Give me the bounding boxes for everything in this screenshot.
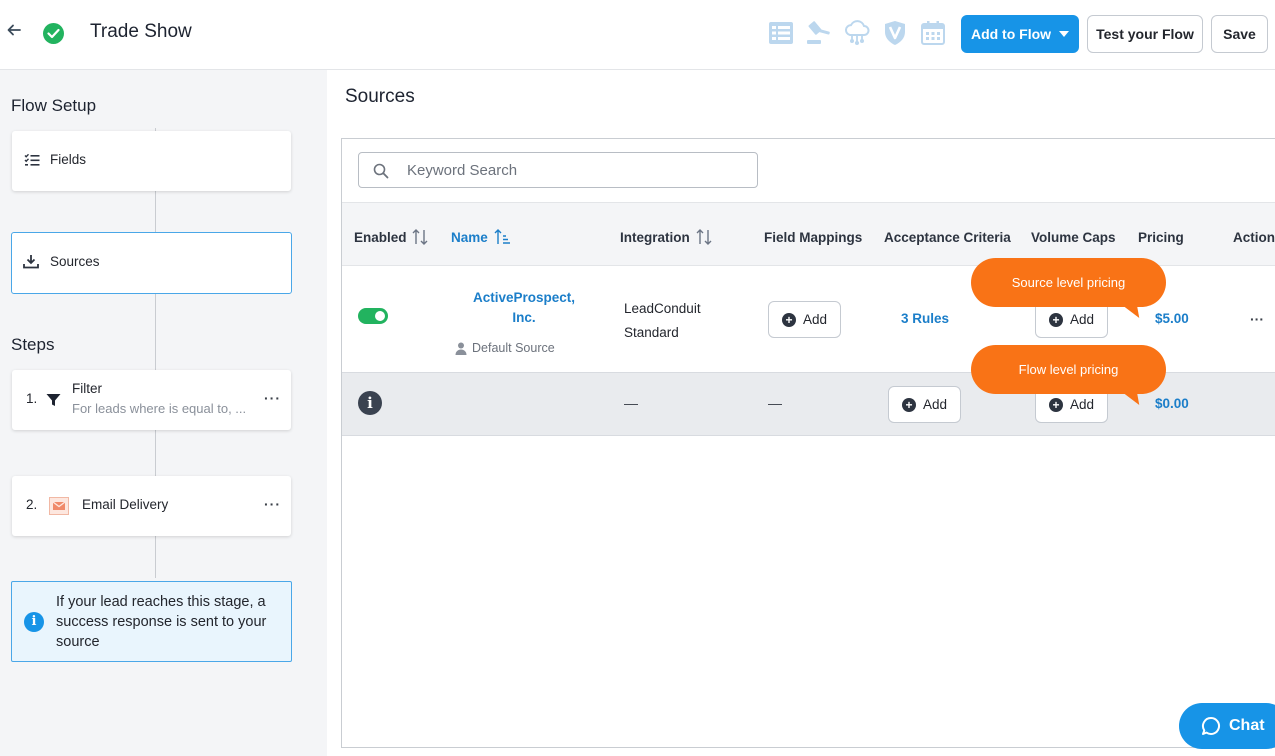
success-info-box: i If your lead reaches this stage, a suc…: [11, 581, 292, 662]
add-field-mappings-button[interactable]: + Add: [768, 301, 841, 338]
add-label: Add: [1069, 312, 1095, 327]
source-pricing-link[interactable]: $5.00: [1155, 311, 1189, 326]
email-icon: [49, 497, 69, 515]
download-icon: [23, 254, 39, 269]
enabled-toggle[interactable]: [358, 308, 388, 324]
column-actions: Actions: [1233, 230, 1275, 245]
integration-cell: LeadConduit Standard: [624, 297, 701, 345]
status-check-icon: [43, 23, 64, 44]
search-icon: [373, 163, 389, 184]
flow-title: Trade Show: [90, 21, 192, 42]
column-name[interactable]: Name: [451, 230, 488, 245]
search-input[interactable]: [407, 159, 737, 181]
gavel-icon[interactable]: [806, 20, 832, 46]
step-number: 2.: [26, 497, 38, 512]
user-icon: [455, 342, 467, 355]
step-number: 1.: [26, 391, 38, 406]
table-header: Enabled Name Integration Field Mappings …: [342, 202, 1275, 266]
step-title: Email Delivery: [82, 497, 169, 512]
add-label: Add: [1069, 397, 1095, 412]
integration-empty: —: [624, 395, 638, 411]
info-icon: i: [24, 612, 44, 632]
add-label: Add: [922, 397, 948, 412]
plus-icon: +: [1048, 397, 1063, 412]
flow-setup-heading: Flow Setup: [11, 96, 97, 115]
calendar-icon[interactable]: [920, 20, 946, 46]
list-icon[interactable]: [768, 20, 794, 46]
filter-icon: [46, 393, 62, 407]
page-title: Sources: [345, 86, 415, 107]
step-card-filter[interactable]: 1. Filter For leads where is equal to, .…: [12, 370, 291, 430]
plus-icon: +: [901, 397, 916, 412]
source-name-link[interactable]: ActiveProspect, Inc.: [462, 288, 586, 328]
step-title: Filter: [72, 381, 102, 396]
integration-line2: Standard: [624, 325, 679, 340]
chat-bubble-icon: [1201, 716, 1220, 735]
sort-icon[interactable]: [412, 227, 428, 247]
caret-down-icon: [1059, 31, 1070, 37]
verified-v-icon[interactable]: [882, 20, 908, 46]
save-button[interactable]: Save: [1211, 15, 1268, 53]
acceptance-rules-link[interactable]: 3 Rules: [901, 311, 949, 326]
flow-pricing-link[interactable]: $0.00: [1155, 396, 1189, 411]
chat-label: Chat: [1229, 717, 1265, 734]
row-actions-icon[interactable]: ···: [1250, 311, 1264, 327]
column-integration[interactable]: Integration: [620, 230, 690, 245]
keyword-search[interactable]: [358, 152, 758, 188]
field-mappings-empty: —: [768, 395, 782, 411]
add-to-flow-button[interactable]: Add to Flow: [961, 15, 1079, 53]
step-subtitle: For leads where is equal to, ...: [72, 401, 247, 416]
column-enabled[interactable]: Enabled: [354, 230, 407, 245]
source-level-pricing-callout: Source level pricing: [971, 258, 1166, 307]
source-name-line1: ActiveProspect,: [472, 290, 576, 305]
add-acceptance-criteria-button[interactable]: + Add: [888, 386, 961, 423]
fields-label: Fields: [50, 152, 87, 167]
default-source-label: Default Source: [455, 341, 555, 355]
cloud-network-icon[interactable]: [843, 20, 870, 46]
back-arrow-icon[interactable]: [6, 22, 26, 46]
success-info-text: If your lead reaches this stage, a succe…: [56, 594, 267, 650]
info-icon[interactable]: i: [358, 391, 382, 415]
sidebar-item-fields[interactable]: Fields: [12, 131, 291, 191]
test-flow-button[interactable]: Test your Flow: [1087, 15, 1203, 53]
column-field-mappings: Field Mappings: [764, 230, 863, 245]
more-options-icon[interactable]: ···: [264, 496, 281, 512]
flow-level-pricing-callout: Flow level pricing: [971, 345, 1166, 394]
plus-icon: +: [1048, 312, 1063, 327]
checklist-icon: [24, 153, 40, 167]
column-acceptance-criteria: Acceptance Criteria: [884, 230, 1011, 245]
sources-label: Sources: [50, 254, 100, 269]
integration-line1: LeadConduit: [624, 301, 701, 316]
add-to-flow-label: Add to Flow: [970, 26, 1052, 42]
default-source-text: Default Source: [472, 341, 555, 355]
steps-heading: Steps: [11, 335, 55, 354]
column-volume-caps: Volume Caps: [1031, 230, 1116, 245]
add-label: Add: [802, 312, 828, 327]
sort-icon[interactable]: [696, 227, 712, 247]
source-name-line2: Inc.: [512, 310, 536, 325]
step-card-email-delivery[interactable]: 2. Email Delivery ···: [12, 476, 291, 536]
column-pricing: Pricing: [1138, 230, 1184, 245]
top-header: Trade Show Add to Flow Test your Flow Sa…: [0, 0, 1275, 70]
chat-button[interactable]: Chat: [1179, 703, 1275, 749]
sidebar-item-sources[interactable]: Sources: [11, 232, 292, 294]
more-options-icon[interactable]: ···: [264, 390, 281, 406]
flow-sidebar: Flow Setup Fields Sources Steps 1. Filte…: [0, 70, 327, 756]
sort-ascending-icon[interactable]: [494, 227, 510, 247]
plus-icon: +: [781, 312, 796, 327]
